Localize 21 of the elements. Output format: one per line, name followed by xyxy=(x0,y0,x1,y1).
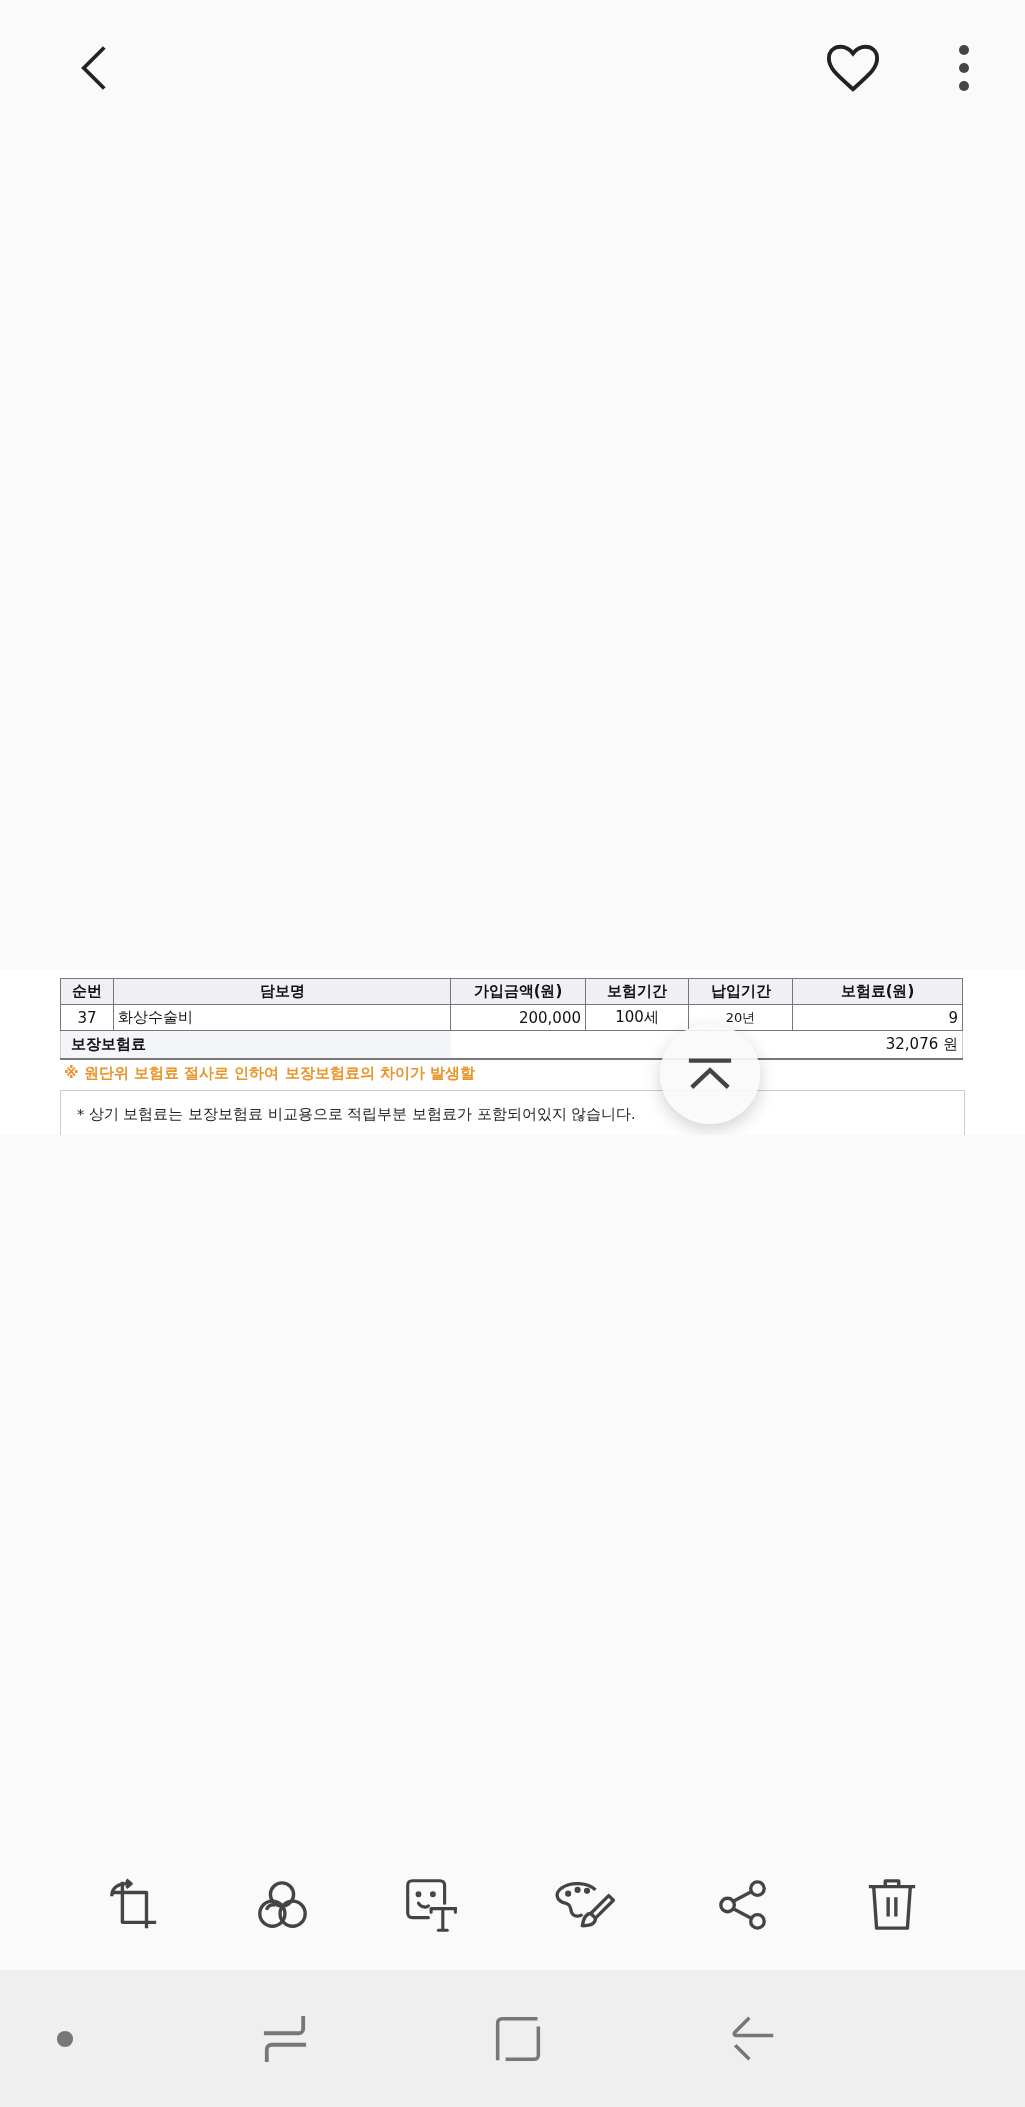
total-label: 보장보험료 xyxy=(60,1030,451,1059)
column-header: 납입기간 xyxy=(688,978,793,1005)
table-cell: 9 xyxy=(792,1004,963,1031)
more-options-icon[interactable] xyxy=(958,45,970,91)
column-header: 보험기간 xyxy=(585,978,689,1005)
heart-icon[interactable] xyxy=(826,43,880,93)
table-cell: 37 xyxy=(60,1004,114,1031)
back-icon[interactable] xyxy=(80,45,108,91)
remark-text: * 상기 보험료는 보장보험료 비교용으로 적립부분 보험료가 포함되어있지 않습니다. xyxy=(77,1105,637,1124)
table-cell: 화상수술비 xyxy=(113,1004,451,1031)
column-header: 가입금액(원) xyxy=(450,978,586,1005)
recent-apps-icon[interactable] xyxy=(261,2013,308,2064)
scroll-to-top-icon xyxy=(686,1057,734,1091)
column-header: 담보명 xyxy=(113,978,451,1005)
sticker-text-icon[interactable] xyxy=(404,1878,459,1932)
dot-icon[interactable] xyxy=(56,2029,74,2048)
column-header: 보험료(원) xyxy=(792,978,963,1005)
table-cell: 100세 xyxy=(585,1004,689,1031)
column-header: 순번 xyxy=(60,978,114,1005)
table-cell: 200,000 xyxy=(450,1004,586,1031)
notice-text: ※ 원단위 보험료 절사로 인하여 보장보험료의 차이가 발생할 xyxy=(63,1063,476,1084)
